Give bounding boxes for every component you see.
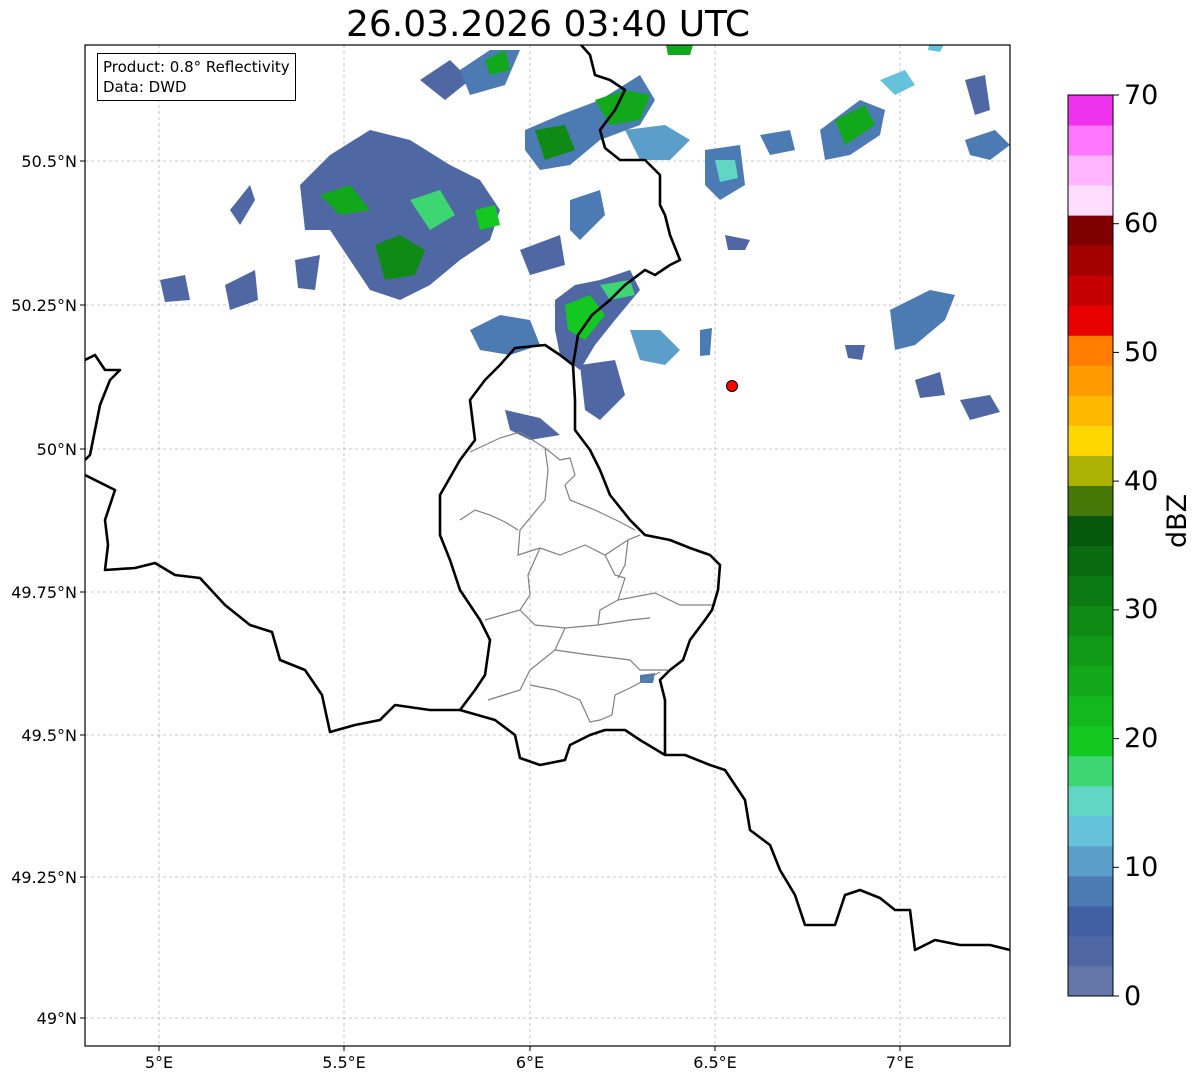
colorbar-tick-label: 70 xyxy=(1124,80,1159,111)
colorbar xyxy=(1068,95,1113,997)
colorbar-unit-label: dBZ xyxy=(1162,493,1193,548)
colorbar-segment xyxy=(1068,515,1113,546)
colorbar-segment xyxy=(1068,635,1113,667)
y-tick-label: 49.5°N xyxy=(21,726,77,745)
x-tick-label: 7°E xyxy=(886,1053,914,1072)
y-tick-label: 49.25°N xyxy=(11,868,77,887)
colorbar-segment xyxy=(1068,545,1113,577)
colorbar-tick-label: 20 xyxy=(1124,723,1159,754)
colorbar-segment xyxy=(1068,845,1113,877)
colorbar-segment xyxy=(1068,875,1113,907)
colorbar-segment xyxy=(1068,755,1113,787)
colorbar-segment xyxy=(1068,935,1113,967)
y-tick-label: 49.75°N xyxy=(11,583,77,602)
colorbar-segment xyxy=(1068,155,1113,186)
colorbar-segment xyxy=(1068,575,1113,607)
colorbar-tick-label: 30 xyxy=(1124,594,1159,625)
colorbar-segment xyxy=(1068,305,1113,336)
x-tick-label: 6°E xyxy=(516,1053,544,1072)
colorbar-segment xyxy=(1068,365,1113,396)
colorbar-segment xyxy=(1068,785,1113,817)
colorbar-segment xyxy=(1068,725,1113,757)
x-tick-label: 5°E xyxy=(145,1053,173,1072)
colorbar-tick-label: 60 xyxy=(1124,208,1159,239)
colorbar-segment xyxy=(1068,95,1113,126)
colorbar-segment xyxy=(1068,275,1113,306)
colorbar-segment xyxy=(1068,965,1113,997)
colorbar-segment xyxy=(1068,455,1113,486)
y-tick-label: 49°N xyxy=(37,1009,77,1028)
colorbar-segment xyxy=(1068,335,1113,366)
x-tick-label: 5.5°E xyxy=(322,1053,366,1072)
colorbar-segment xyxy=(1068,485,1113,516)
product-info-box: Product: 0.8° Reflectivity Data: DWD xyxy=(97,53,296,101)
colorbar-tick-label: 0 xyxy=(1124,981,1142,1012)
colorbar-segment xyxy=(1068,905,1113,937)
colorbar-segment xyxy=(1068,245,1113,276)
colorbar-segment xyxy=(1068,605,1113,637)
colorbar-segment xyxy=(1068,695,1113,727)
colorbar-segment xyxy=(1068,125,1113,156)
product-label: Product: 0.8° Reflectivity xyxy=(103,58,290,76)
colorbar-tick-label: 50 xyxy=(1124,337,1159,368)
colorbar-segment xyxy=(1068,425,1113,456)
y-tick-label: 50.25°N xyxy=(11,296,77,315)
colorbar-segment xyxy=(1068,395,1113,426)
colorbar-segment xyxy=(1068,185,1113,216)
location-marker xyxy=(726,380,738,392)
colorbar-segment xyxy=(1068,215,1113,246)
colorbar-tick-label: 40 xyxy=(1124,466,1159,497)
data-source-label: Data: DWD xyxy=(103,78,187,96)
colorbar-tick-label: 10 xyxy=(1124,852,1159,883)
radar-map: 5°E 5.5°E 6°E 6.5°E 7°E 50.5°N 50.25°N 5… xyxy=(11,44,1119,1072)
x-tick-label: 6.5°E xyxy=(693,1053,737,1072)
colorbar-tick-marks xyxy=(1113,94,1119,997)
colorbar-segment xyxy=(1068,815,1113,847)
y-tick-label: 50°N xyxy=(37,440,77,459)
colorbar-segment xyxy=(1068,665,1113,697)
y-tick-label: 50.5°N xyxy=(21,152,77,171)
